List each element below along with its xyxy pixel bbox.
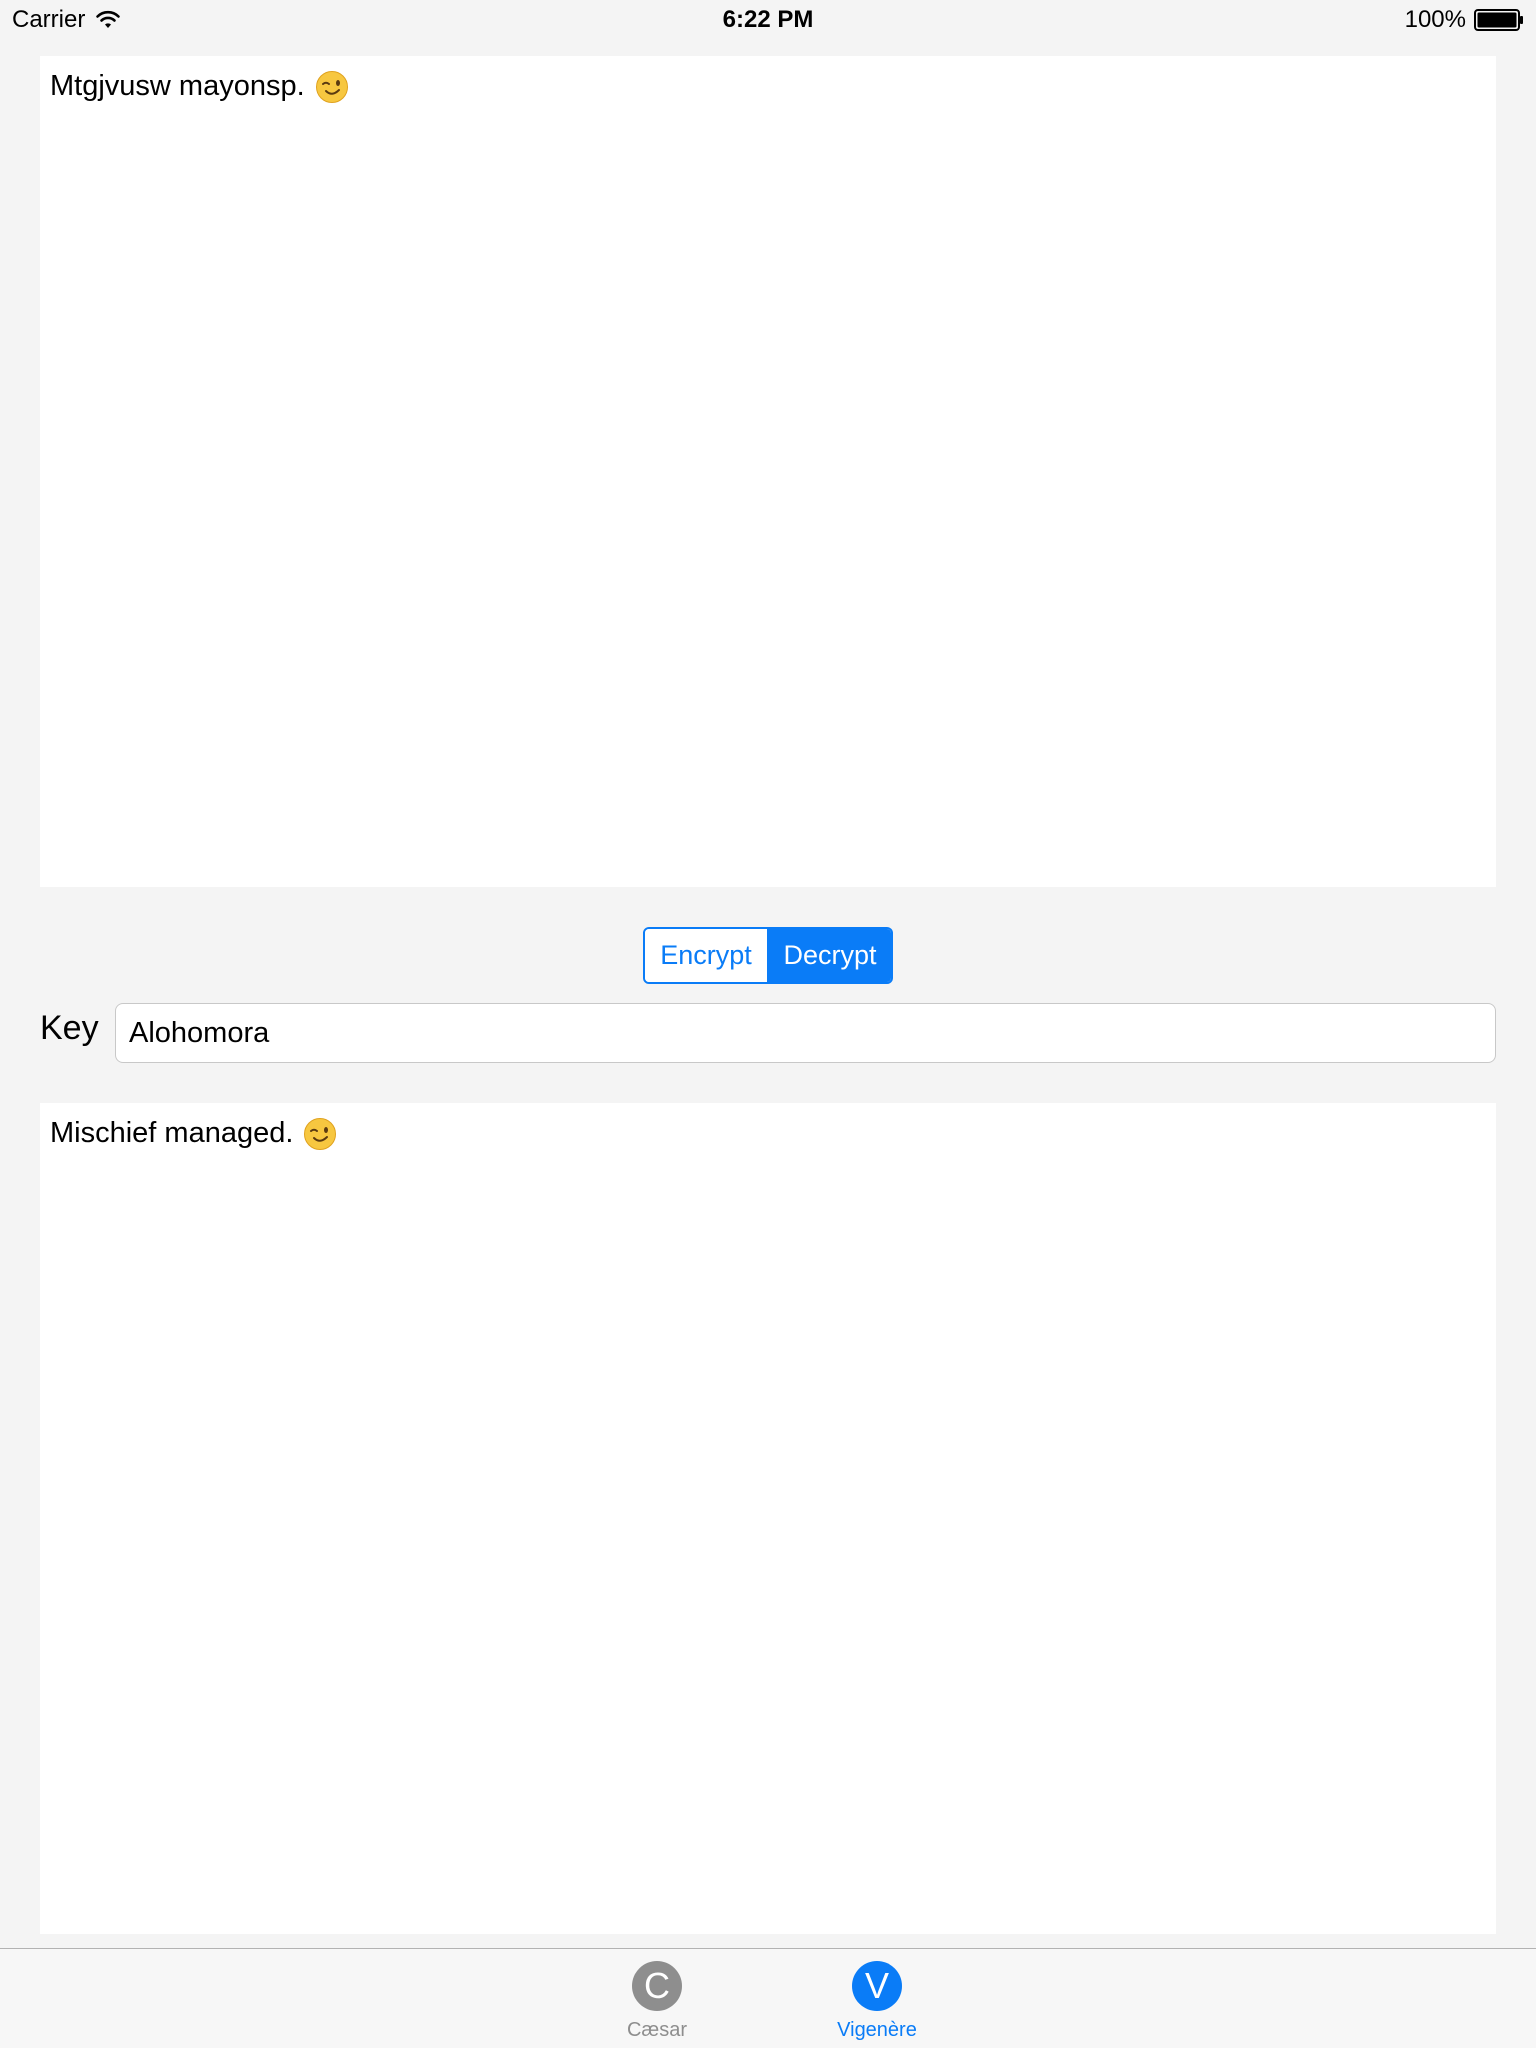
input-text-line: Mtgjvusw mayonsp.: [50, 68, 1486, 106]
winking-face-icon: [315, 70, 348, 103]
decrypt-segment[interactable]: Decrypt: [769, 929, 891, 982]
key-input[interactable]: [115, 1003, 1496, 1063]
output-text-line: Mischief managed.: [50, 1115, 1486, 1153]
output-text-value: Mischief managed.: [50, 1117, 294, 1149]
vigenere-tab-icon: V: [852, 1961, 902, 2011]
battery-icon: [1474, 9, 1523, 31]
vigenere-tab-label: Vigenère: [837, 2019, 917, 2041]
output-text-view[interactable]: Mischief managed.: [40, 1103, 1496, 1934]
tab-vigenere[interactable]: V Vigenère: [817, 1961, 937, 2042]
encrypt-segment[interactable]: Encrypt: [645, 929, 769, 982]
input-text-view[interactable]: Mtgjvusw mayonsp.: [40, 56, 1496, 887]
tab-caesar[interactable]: C Cæsar: [597, 1961, 717, 2042]
tab-bar: C Cæsar V Vigenère: [0, 1948, 1536, 2048]
status-right: 100%: [1405, 6, 1524, 34]
status-time: 6:22 PM: [722, 6, 814, 33]
battery-percent: 100%: [1404, 6, 1466, 33]
status-bar: Carrier 6:22 PM 100%: [0, 0, 1536, 40]
input-text-value: Mtgjvusw mayonsp.: [50, 70, 305, 102]
winking-face-icon: [304, 1117, 337, 1150]
mode-segmented-control[interactable]: Encrypt Decrypt: [643, 927, 893, 984]
caesar-tab-label: Cæsar: [626, 2019, 687, 2041]
key-label: Key: [40, 1009, 99, 1047]
caesar-tab-icon: C: [632, 1961, 682, 2011]
